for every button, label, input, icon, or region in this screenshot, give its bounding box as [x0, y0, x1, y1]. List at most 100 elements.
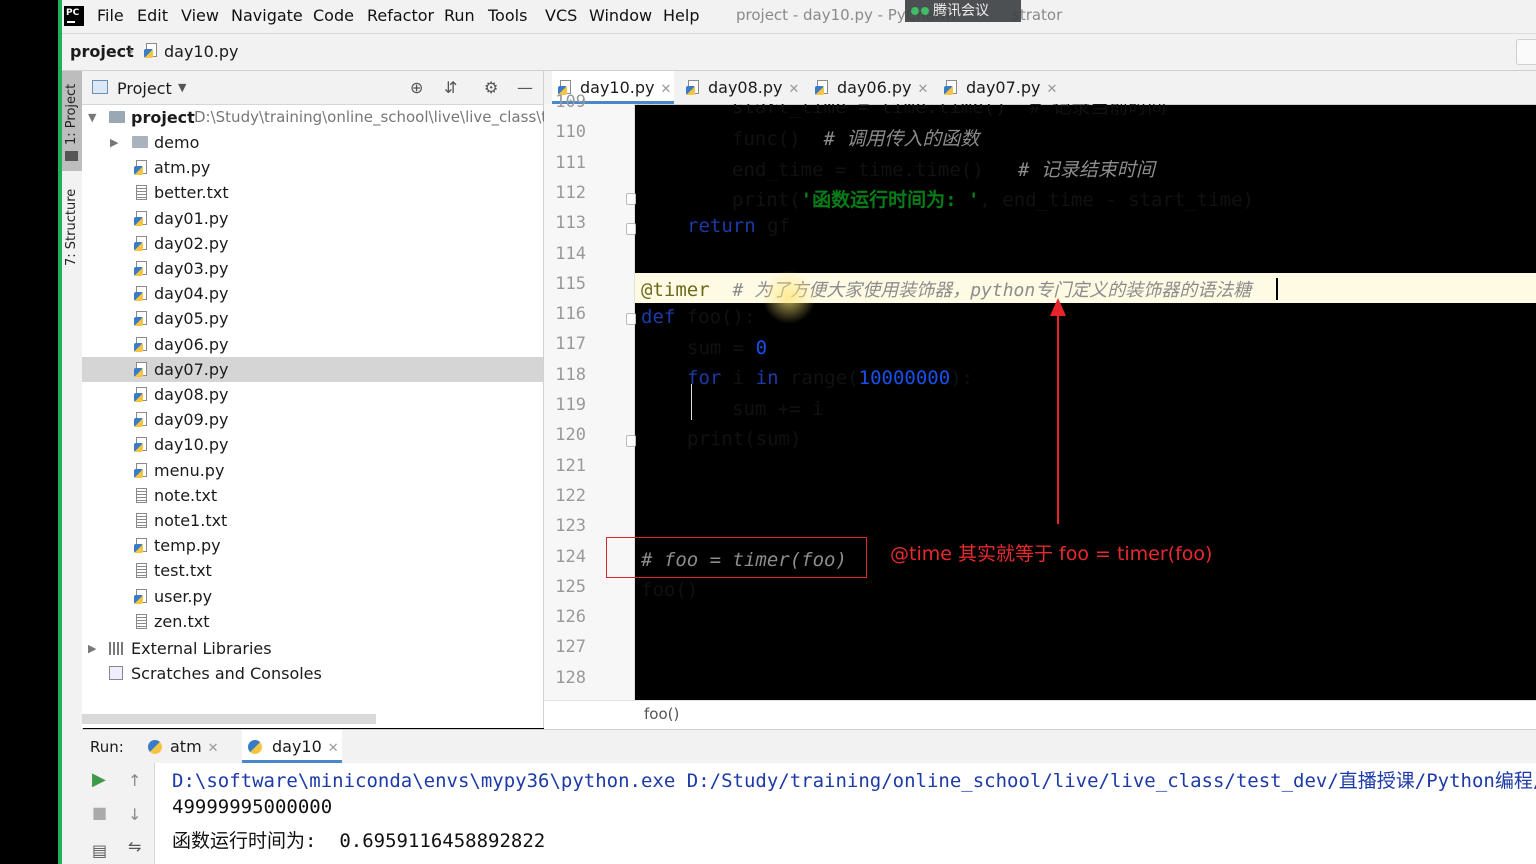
locate-icon[interactable]: ⊕	[410, 78, 423, 97]
close-icon[interactable]: ✕	[918, 82, 929, 97]
tree-external-libraries[interactable]: ▶ External Libraries	[82, 636, 543, 661]
project-view-selector[interactable]: Project	[117, 79, 172, 98]
tree-file[interactable]: day02.py	[82, 231, 543, 256]
tree-file[interactable]: day04.py	[82, 281, 543, 306]
menu-navigate[interactable]: Navigate	[231, 6, 303, 25]
menu-vcs[interactable]: VCS	[545, 6, 577, 25]
hide-icon[interactable]: —	[517, 78, 533, 97]
tree-file[interactable]: day03.py	[82, 256, 543, 281]
toolbar-button[interactable]	[1516, 39, 1536, 65]
tree-file[interactable]: day09.py	[82, 407, 543, 432]
menu-tools[interactable]: Tools	[488, 6, 527, 25]
tree-item-label: temp.py	[154, 536, 221, 556]
python-file-icon	[134, 361, 148, 378]
tree-file[interactable]: user.py	[82, 584, 543, 609]
chevron-down-icon[interactable]: ▼	[178, 81, 186, 94]
tree-file[interactable]: menu.py	[82, 458, 543, 483]
run-console[interactable]: D:\software\miniconda\envs\mypy36\python…	[155, 763, 1536, 864]
breadcrumb-function[interactable]: foo()	[644, 705, 679, 723]
editor-tab-day07[interactable]: day07.py ✕	[940, 71, 1058, 104]
menu-code[interactable]: Code	[313, 6, 354, 25]
line-number: 116	[555, 304, 586, 325]
line-number: 126	[555, 607, 586, 628]
project-panel: Project ▼ ⊕ ⇵ ⚙ — ▼ project D:\Study\tra…	[82, 71, 556, 728]
arrow-up-icon[interactable]: ↑	[128, 771, 141, 790]
code-editor[interactable]: start_time = time.time() # 记录当前时间 func()…	[635, 104, 1536, 700]
python-file-icon	[134, 311, 148, 327]
editor-gutter: 109 110 111 112 113 114 115 116 117 118 119 120 121 1…	[544, 92, 636, 700]
editor-tab-day06[interactable]: day06.py ✕	[810, 71, 928, 104]
chevron-right-icon[interactable]: ▶	[88, 636, 96, 661]
line-number: 119	[555, 395, 586, 415]
arrow-down-icon[interactable]: ↓	[128, 805, 141, 824]
horizontal-scrollbar[interactable]	[82, 714, 376, 724]
run-tab-day10[interactable]: day10 ✕	[242, 730, 342, 763]
menu-file[interactable]: File	[97, 6, 124, 25]
tree-file[interactable]: better.txt	[82, 180, 543, 205]
code-line-119: sum += i	[732, 398, 824, 420]
run-toolbar: ▶ ↑ ■ ↓ ▤ ⇋	[82, 763, 155, 864]
console-line: D:\software\miniconda\envs\mypy36\python…	[172, 770, 1536, 792]
stop-icon[interactable]: ■	[92, 803, 107, 822]
tree-item-label: day04.py	[154, 284, 229, 304]
collapse-all-icon[interactable]: ⇵	[444, 78, 457, 97]
close-icon[interactable]: ✕	[328, 741, 339, 756]
close-icon[interactable]: ✕	[1047, 82, 1058, 97]
code-line-111: end_time = time.time() # 记录结束时间	[732, 159, 1155, 181]
tree-file[interactable]: day01.py	[82, 206, 543, 231]
menu-run[interactable]: Run	[444, 6, 475, 25]
editor-tab-day08[interactable]: day08.py ✕	[682, 71, 800, 104]
tree-root[interactable]: ▼ project D:\Study\training\online_schoo…	[82, 105, 556, 130]
close-icon[interactable]: ✕	[208, 741, 219, 756]
python-file-icon	[134, 462, 148, 479]
line-number: 110	[555, 122, 586, 143]
line-number: 113	[555, 213, 586, 234]
chevron-down-icon[interactable]: ▼	[88, 105, 96, 130]
line-number: 122	[555, 485, 586, 506]
chevron-right-icon[interactable]: ▶	[110, 130, 118, 155]
menu-edit[interactable]: Edit	[137, 6, 168, 25]
tree-file[interactable]: atm.py	[82, 155, 543, 180]
close-icon[interactable]: ✕	[789, 82, 800, 97]
tree-item-label: day10.py	[154, 435, 229, 455]
tree-file[interactable]: test.txt	[82, 558, 543, 583]
rerun-icon[interactable]: ▶	[92, 769, 106, 790]
run-tab-atm[interactable]: atm ✕	[142, 730, 226, 763]
breadcrumb-project[interactable]: project	[70, 42, 134, 61]
python-file-icon	[134, 588, 148, 605]
menu-help[interactable]: Help	[663, 6, 699, 25]
tree-file[interactable]: zen.txt	[82, 609, 543, 634]
tool-tab-structure[interactable]: 7: Structure	[62, 186, 82, 286]
python-file-icon	[134, 437, 148, 453]
tree-file[interactable]: temp.py	[82, 533, 543, 558]
tree-file[interactable]: day07.py	[82, 356, 543, 382]
gear-icon[interactable]: ⚙	[484, 78, 498, 97]
tree-file[interactable]: day06.py	[82, 332, 543, 357]
menu-window[interactable]: Window	[589, 6, 652, 25]
code-line-118: for i in range(10000000):	[687, 367, 974, 389]
layout-icon[interactable]: ▤	[92, 841, 107, 860]
console-line: 49999995000000	[172, 796, 333, 818]
tree-folder[interactable]: ▶ demo	[82, 130, 543, 155]
code-line-125: foo()	[641, 579, 699, 601]
folder-icon	[65, 151, 78, 161]
tree-item-label: day07.py	[154, 359, 229, 379]
tree-file[interactable]: day10.py	[82, 432, 543, 457]
code-line-109: start_time = time.time() # 记录当前时间	[732, 104, 1167, 118]
menu-view[interactable]: View	[181, 6, 219, 25]
soft-wrap-icon[interactable]: ⇋	[128, 837, 141, 856]
close-icon[interactable]: ✕	[661, 82, 672, 97]
tree-scratches[interactable]: Scratches and Consoles	[82, 661, 543, 686]
python-run-icon	[248, 740, 262, 754]
tree-item-label: day08.py	[154, 385, 229, 404]
menu-refactor[interactable]: Refactor	[367, 6, 434, 25]
tree-item-label: test.txt	[154, 561, 212, 581]
tree-file[interactable]: day08.py	[82, 382, 543, 407]
breadcrumb-file[interactable]: day10.py	[164, 42, 239, 61]
tree-file[interactable]: day05.py	[82, 306, 543, 331]
tree-file[interactable]: note.txt	[82, 483, 543, 508]
tree-file[interactable]: note1.txt	[82, 508, 543, 533]
tree-item-label: note1.txt	[154, 511, 228, 530]
line-number: 112	[555, 182, 586, 203]
python-file-icon	[134, 286, 148, 302]
